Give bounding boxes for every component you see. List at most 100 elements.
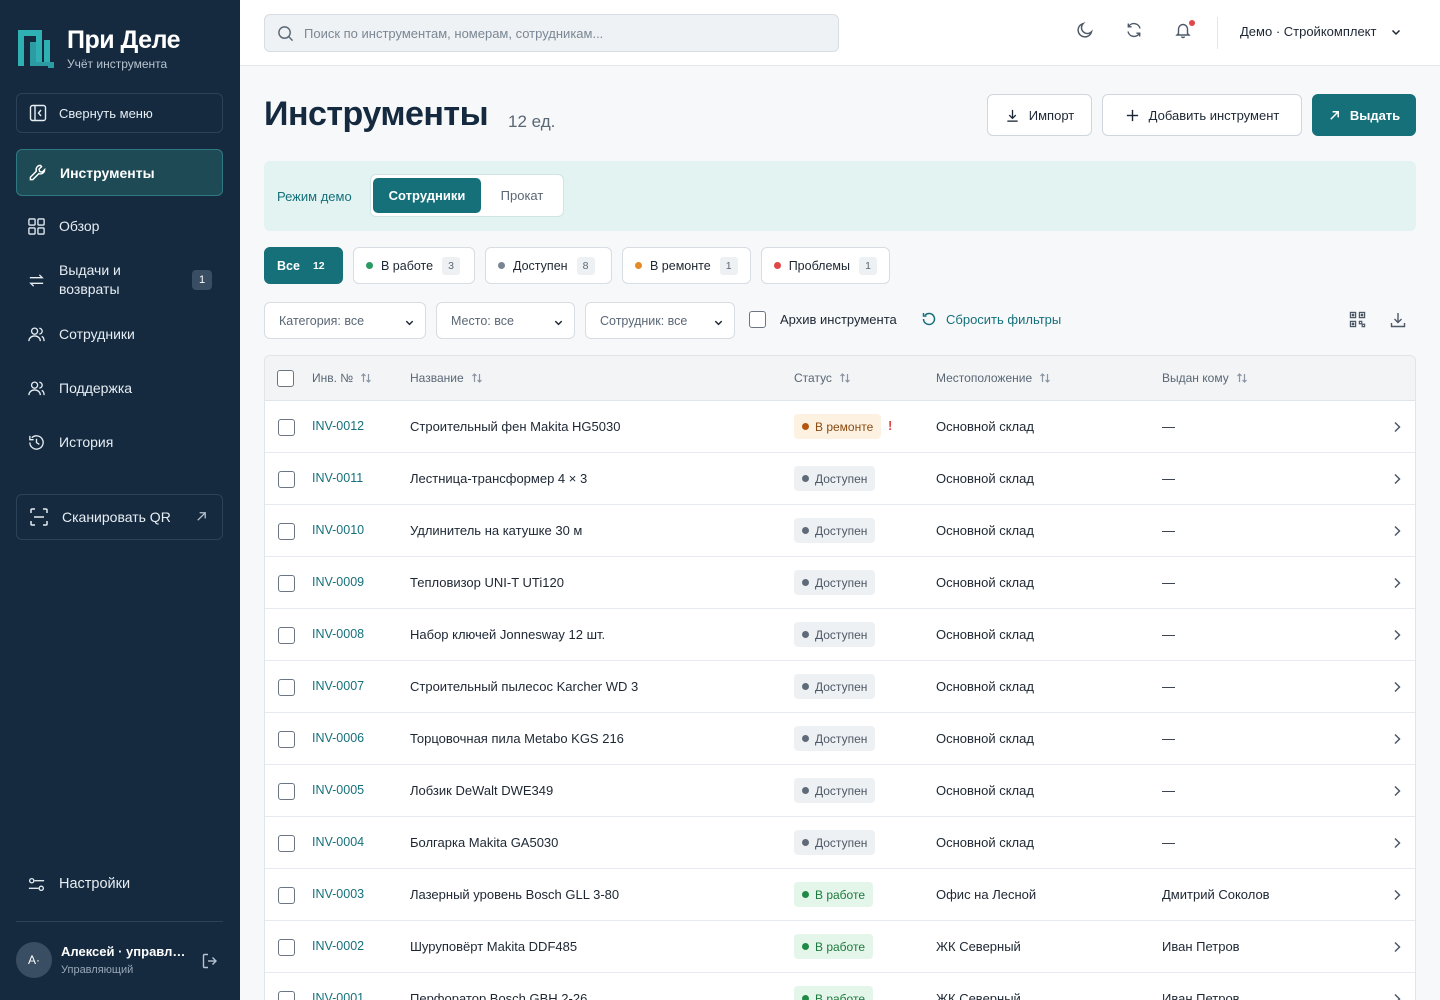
- column-header-inv[interactable]: Инв. №: [312, 371, 372, 385]
- row-checkbox[interactable]: [278, 939, 295, 956]
- place-select[interactable]: Место: все: [436, 302, 575, 339]
- inventory-number-link[interactable]: INV-0008: [312, 627, 364, 641]
- filter-chip-in-work[interactable]: В работе 3: [353, 247, 475, 284]
- user-name: Алексей · управляющий: [61, 944, 186, 959]
- row-checkbox[interactable]: [278, 627, 295, 644]
- table-row[interactable]: INV-0011 Лестница-трансформер 4 × 3 Доступ…: [265, 453, 1415, 505]
- inventory-number-link[interactable]: INV-0011: [312, 471, 363, 485]
- sidebar-item-overview[interactable]: Обзор: [16, 206, 223, 246]
- row-checkbox[interactable]: [278, 471, 295, 488]
- scan-qr-button[interactable]: Сканировать QR: [16, 494, 223, 540]
- table-row[interactable]: INV-0008 Набор ключей Jonnesway 12 шт. Дос…: [265, 609, 1415, 661]
- import-button[interactable]: Импорт: [987, 94, 1092, 136]
- chevron-right-icon[interactable]: [1391, 784, 1403, 798]
- inventory-number-link[interactable]: INV-0003: [312, 887, 364, 901]
- filter-chip-available[interactable]: Доступен 8: [485, 247, 612, 284]
- table-row[interactable]: INV-0009 Тепловизор UNI-T UTi120 Доступен О…: [265, 557, 1415, 609]
- row-checkbox[interactable]: [278, 679, 295, 696]
- row-checkbox[interactable]: [278, 731, 295, 748]
- inventory-number-link[interactable]: INV-0006: [312, 731, 364, 745]
- search-box[interactable]: [264, 14, 839, 52]
- table-header: Инв. № Название Статус Местоположение Вы…: [265, 356, 1415, 401]
- chevron-right-icon[interactable]: [1391, 732, 1403, 746]
- status-dot: [802, 891, 809, 898]
- inventory-number-link[interactable]: INV-0012: [312, 419, 364, 433]
- org-switcher[interactable]: Демо · Стройкомплект: [1240, 24, 1402, 39]
- table-row[interactable]: INV-0001 Перфоратор Bosch GBH 2-26 В работ…: [265, 973, 1415, 1000]
- table-row[interactable]: INV-0012 Строительный фен Makita HG5030 В …: [265, 401, 1415, 453]
- row-checkbox[interactable]: [278, 575, 295, 592]
- category-select[interactable]: Категория: все: [264, 302, 426, 339]
- row-checkbox[interactable]: [278, 523, 295, 540]
- refresh-icon[interactable]: [1125, 21, 1143, 39]
- chevron-right-icon[interactable]: [1391, 420, 1403, 434]
- select-all-checkbox[interactable]: [277, 370, 294, 387]
- chevron-right-icon[interactable]: [1391, 888, 1403, 902]
- export-download-icon[interactable]: [1389, 311, 1407, 329]
- column-label: Выдан кому: [1162, 371, 1229, 385]
- inventory-number-link[interactable]: INV-0005: [312, 783, 364, 797]
- chevron-right-icon[interactable]: [1391, 472, 1403, 486]
- column-header-name[interactable]: Название: [410, 371, 483, 385]
- row-checkbox[interactable]: [278, 783, 295, 800]
- sidebar-item-issues[interactable]: Выдачи и возвраты 1: [16, 256, 223, 304]
- column-header-status[interactable]: Статус: [794, 371, 851, 385]
- sidebar-item-employees[interactable]: Сотрудники: [16, 314, 223, 354]
- user-profile[interactable]: А· Алексей · управляющий Управляющий: [16, 942, 223, 978]
- row-checkbox[interactable]: [278, 835, 295, 852]
- table-row[interactable]: INV-0007 Строительный пылесос Karcher WD …: [265, 661, 1415, 713]
- chevron-right-icon[interactable]: [1391, 524, 1403, 538]
- filter-chip-all[interactable]: Все 12: [264, 247, 343, 284]
- tool-assignee: —: [1162, 835, 1175, 850]
- table-row[interactable]: INV-0006 Торцовочная пила Metabo KGS 216 Д…: [265, 713, 1415, 765]
- wrench-icon: [29, 164, 46, 181]
- inventory-number-link[interactable]: INV-0010: [312, 523, 364, 537]
- add-tool-button[interactable]: Добавить инструмент: [1102, 94, 1302, 136]
- sort-icon: [361, 373, 372, 383]
- chevron-right-icon[interactable]: [1391, 576, 1403, 590]
- brand[interactable]: При Деле Учёт инструмента: [16, 26, 181, 71]
- sidebar-item-tools[interactable]: Инструменты: [16, 149, 223, 196]
- mode-option-rental[interactable]: Прокат: [483, 178, 561, 213]
- moon-icon[interactable]: [1076, 21, 1094, 39]
- search-input[interactable]: [304, 25, 824, 41]
- qr-code-icon[interactable]: [1349, 311, 1366, 328]
- collapse-menu-button[interactable]: Свернуть меню: [16, 93, 223, 133]
- archive-toggle[interactable]: Архив инструмента: [749, 311, 897, 328]
- table-row[interactable]: INV-0005 Лобзик DeWalt DWE349 Доступен Осно…: [265, 765, 1415, 817]
- sidebar-item-history[interactable]: История: [16, 422, 223, 462]
- status-dot: [802, 423, 809, 430]
- chevron-right-icon[interactable]: [1391, 628, 1403, 642]
- row-checkbox[interactable]: [278, 887, 295, 904]
- table-row[interactable]: INV-0004 Болгарка Makita GA5030 Доступен Ос…: [265, 817, 1415, 869]
- scan-frame-icon: [30, 508, 48, 526]
- inventory-number-link[interactable]: INV-0004: [312, 835, 364, 849]
- chevron-right-icon[interactable]: [1391, 680, 1403, 694]
- filter-chip-repair[interactable]: В ремонте 1: [622, 247, 751, 284]
- tool-location: Основной склад: [936, 471, 1034, 486]
- row-checkbox[interactable]: [278, 991, 295, 1000]
- chevron-right-icon[interactable]: [1391, 940, 1403, 954]
- tool-name: Лестница-трансформер 4 × 3: [410, 471, 588, 486]
- sidebar-item-settings[interactable]: Настройки: [16, 864, 223, 904]
- inventory-number-link[interactable]: INV-0007: [312, 679, 364, 693]
- chevron-right-icon[interactable]: [1391, 992, 1403, 1000]
- column-header-assignee[interactable]: Выдан кому: [1162, 371, 1248, 385]
- table-row[interactable]: INV-0010 Удлинитель на катушке 30 м Доступ…: [265, 505, 1415, 557]
- row-checkbox[interactable]: [278, 419, 295, 436]
- inventory-number-link[interactable]: INV-0009: [312, 575, 364, 589]
- column-header-location[interactable]: Местоположение: [936, 371, 1051, 385]
- archive-checkbox[interactable]: [749, 311, 766, 328]
- chevron-right-icon[interactable]: [1391, 836, 1403, 850]
- table-row[interactable]: INV-0002 Шуруповёрт Makita DDF485 В работе…: [265, 921, 1415, 973]
- logout-icon[interactable]: [201, 952, 219, 970]
- inventory-number-link[interactable]: INV-0001: [312, 991, 364, 1000]
- reset-filters-button[interactable]: Сбросить фильтры: [921, 311, 1061, 327]
- issue-button[interactable]: Выдать: [1312, 94, 1416, 136]
- sidebar-item-support[interactable]: Поддержка: [16, 368, 223, 408]
- mode-option-employees[interactable]: Сотрудники: [373, 178, 481, 213]
- inventory-number-link[interactable]: INV-0002: [312, 939, 364, 953]
- filter-chip-problems[interactable]: Проблемы 1: [761, 247, 890, 284]
- employee-select[interactable]: Сотрудник: все: [585, 302, 735, 339]
- table-row[interactable]: INV-0003 Лазерный уровень Bosch GLL 3-80 В…: [265, 869, 1415, 921]
